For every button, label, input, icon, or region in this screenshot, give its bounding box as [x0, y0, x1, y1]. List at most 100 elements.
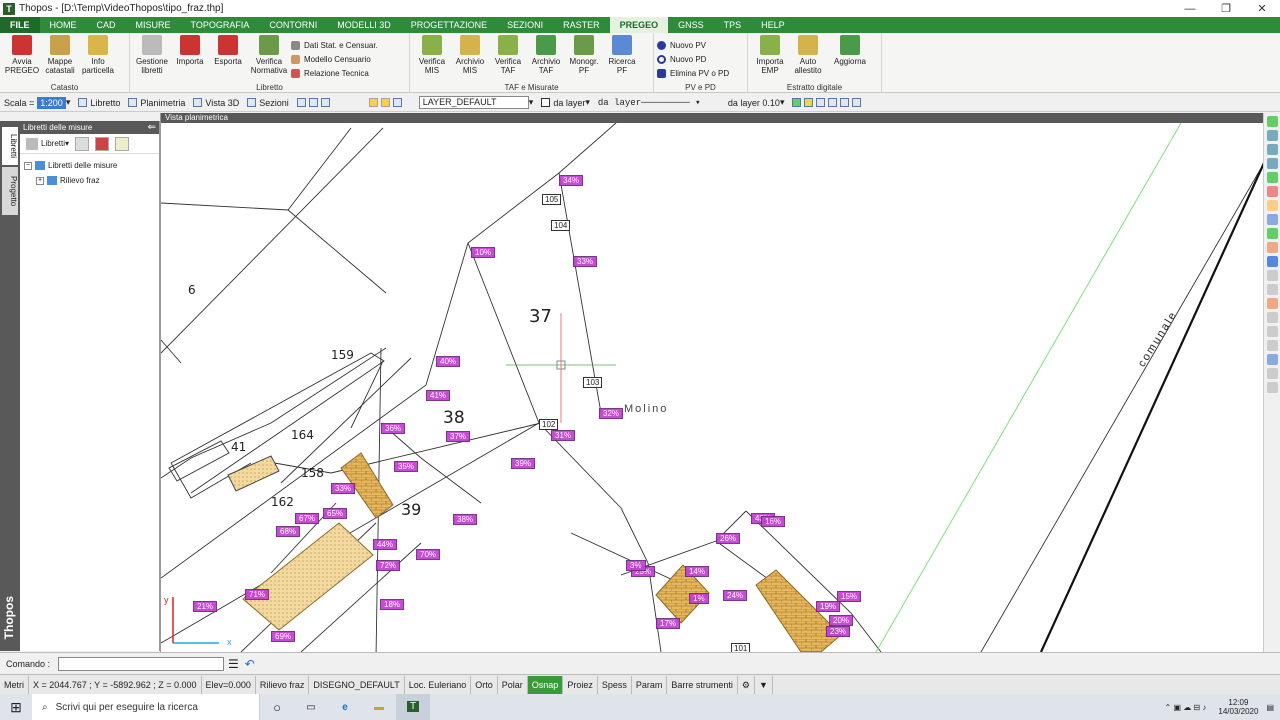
tab-libretti[interactable]: Libretti [2, 127, 18, 165]
archivio-taf-button[interactable]: Archivio TAF [527, 35, 565, 75]
status-osnap[interactable]: Osnap [527, 675, 564, 694]
status-libretto[interactable]: Rilievo fraz [256, 675, 310, 694]
menu-cad[interactable]: CAD [87, 17, 126, 33]
dati-stat-button[interactable]: Dati Stat. e Censuar. [291, 38, 378, 52]
mappe-catastali-button[interactable]: Mappe catastali [41, 35, 79, 75]
menu-progettazione[interactable]: PROGETTAZIONE [401, 17, 497, 33]
minimize-button[interactable]: — [1172, 3, 1208, 15]
nuovo-pv-button[interactable]: Nuovo PV [657, 38, 729, 52]
archivio-mis-button[interactable]: Archivio MIS [451, 35, 489, 75]
ricerca-pf-button[interactable]: Ricerca PF [603, 35, 641, 75]
status-orto[interactable]: Orto [471, 675, 498, 694]
tool-20-icon[interactable] [1267, 382, 1278, 393]
menu-raster[interactable]: RASTER [553, 17, 610, 33]
menu-file[interactable]: FILE [0, 17, 40, 33]
info-particella-button[interactable]: Info particella [79, 35, 117, 75]
text-icon[interactable] [1267, 242, 1278, 253]
restore-button[interactable]: ❐ [1208, 2, 1244, 15]
status-barre[interactable]: Barre strumenti [667, 675, 738, 694]
undo-arrow-icon[interactable]: ↶ [245, 657, 255, 671]
status-proiez[interactable]: Proiez [563, 675, 598, 694]
list-icon[interactable]: ☰ [228, 657, 239, 671]
line-icon[interactable] [1267, 186, 1278, 197]
settings-icon[interactable]: ⚙ [738, 675, 755, 694]
nuovo-pd-button[interactable]: Nuovo PD [657, 52, 729, 66]
sort-icon[interactable] [115, 136, 130, 151]
vista-3d-button[interactable]: Vista 3D [189, 95, 243, 111]
monogr-pf-button[interactable]: Monogr. PF [565, 35, 603, 75]
status-units[interactable]: Metri [0, 675, 29, 694]
tab-progetto[interactable]: Progetto [2, 167, 18, 215]
collapse-icon[interactable]: − [24, 161, 32, 170]
tree-item-rilievo[interactable]: + Rilievo fraz [24, 173, 155, 188]
menu-sezioni[interactable]: SEZIONI [497, 17, 553, 33]
gestione-libretti-button[interactable]: Gestione libretti [133, 35, 171, 75]
polyline-icon[interactable] [1267, 200, 1278, 211]
zoom-icon[interactable] [1267, 130, 1278, 141]
pan-icon[interactable] [1267, 144, 1278, 155]
point-icon[interactable] [1267, 172, 1278, 183]
importa-emp-button[interactable]: Importa EMP [751, 35, 789, 75]
tool-15-icon[interactable] [1267, 312, 1278, 323]
esporta-button[interactable]: Esporta [209, 35, 247, 66]
menu-topografia[interactable]: TOPOGRAFIA [181, 17, 260, 33]
tool-17-icon[interactable] [1267, 340, 1278, 351]
menu-tps[interactable]: TPS [714, 17, 752, 33]
filter-status-icon[interactable]: ▼ [755, 675, 773, 694]
aggiorna-button[interactable]: Aggiorna [827, 35, 873, 66]
thopos-taskbar-icon[interactable]: T [396, 694, 430, 720]
status-loc[interactable]: Loc. Euleriano [405, 675, 472, 694]
tree-root[interactable]: − Libretti delle misure [24, 158, 155, 173]
cortana-icon[interactable]: ○ [260, 700, 294, 715]
relazione-tecnica-button[interactable]: Relazione Tecnica [291, 66, 378, 80]
explorer-icon[interactable]: ▬ [362, 702, 396, 713]
lineweight-select[interactable]: da layer 0.10 ▾ [724, 95, 789, 111]
task-view-icon[interactable]: ▭ [294, 702, 328, 713]
zoom-window-icon[interactable] [1267, 158, 1278, 169]
status-drawing[interactable]: DISEGNO_DEFAULT [309, 675, 405, 694]
bug-icon[interactable] [95, 136, 110, 151]
scale-control[interactable]: Scala = 1:200 ▾ [0, 95, 74, 111]
snap-icon[interactable] [1267, 116, 1278, 127]
taskbar-search[interactable]: ⌕ Scrivi qui per eseguire la ricerca [32, 694, 260, 720]
menu-gnss[interactable]: GNSS [668, 17, 714, 33]
layer-select[interactable]: LAYER_DEFAULT ▾ [415, 95, 538, 111]
libretti-dropdown[interactable]: Libretti [41, 139, 65, 148]
menu-contorni[interactable]: CONTORNI [259, 17, 327, 33]
menu-misure[interactable]: MISURE [126, 17, 181, 33]
tool-19-icon[interactable] [1267, 368, 1278, 379]
modello-censuario-button[interactable]: Modello Censuario [291, 52, 378, 66]
plan-canvas[interactable] [161, 123, 1264, 652]
command-input[interactable] [58, 656, 225, 671]
expand-icon[interactable]: + [36, 176, 44, 185]
arc-icon[interactable] [1267, 214, 1278, 225]
elimina-pv-button[interactable]: Elimina PV o PD [657, 66, 729, 80]
color-select[interactable]: da layer ▾ [537, 95, 594, 111]
tool-14-icon[interactable] [1267, 298, 1278, 309]
avvia-pregeo-button[interactable]: Avvia PREGEO [3, 35, 41, 75]
tray-icons[interactable]: ⌃ ▣ ☁ ⊟ ♪ [1165, 703, 1207, 712]
libretto-view-button[interactable]: Libretto [74, 95, 124, 111]
tool-13-icon[interactable] [1267, 284, 1278, 295]
tool-16-icon[interactable] [1267, 326, 1278, 337]
filter-icon[interactable] [75, 136, 90, 151]
measure-icon[interactable] [1267, 256, 1278, 267]
sezioni-view-button[interactable]: Sezioni [243, 95, 293, 111]
circle-icon[interactable] [1267, 228, 1278, 239]
start-icon[interactable]: ⊞ [0, 699, 32, 716]
layer-state-icons[interactable] [365, 95, 415, 111]
tool-12-icon[interactable] [1267, 270, 1278, 281]
menu-modelli-3d[interactable]: MODELLI 3D [327, 17, 401, 33]
plan-viewport[interactable]: Vista planimetrica 6 37 38 41 164 159 15… [160, 113, 1264, 654]
importa-button[interactable]: Importa [171, 35, 209, 66]
verifica-mis-button[interactable]: Verifica MIS [413, 35, 451, 75]
tool-18-icon[interactable] [1267, 354, 1278, 365]
status-polar[interactable]: Polar [498, 675, 528, 694]
status-spess[interactable]: Spess [598, 675, 632, 694]
menu-pregeo[interactable]: PREGEO [609, 17, 669, 33]
edge-icon[interactable]: e [328, 702, 362, 713]
status-param[interactable]: Param [632, 675, 668, 694]
toolbar-icons-group[interactable] [293, 95, 365, 111]
collapse-arrow-icon[interactable]: ⇐ [148, 121, 156, 134]
menu-help[interactable]: HELP [751, 17, 795, 33]
